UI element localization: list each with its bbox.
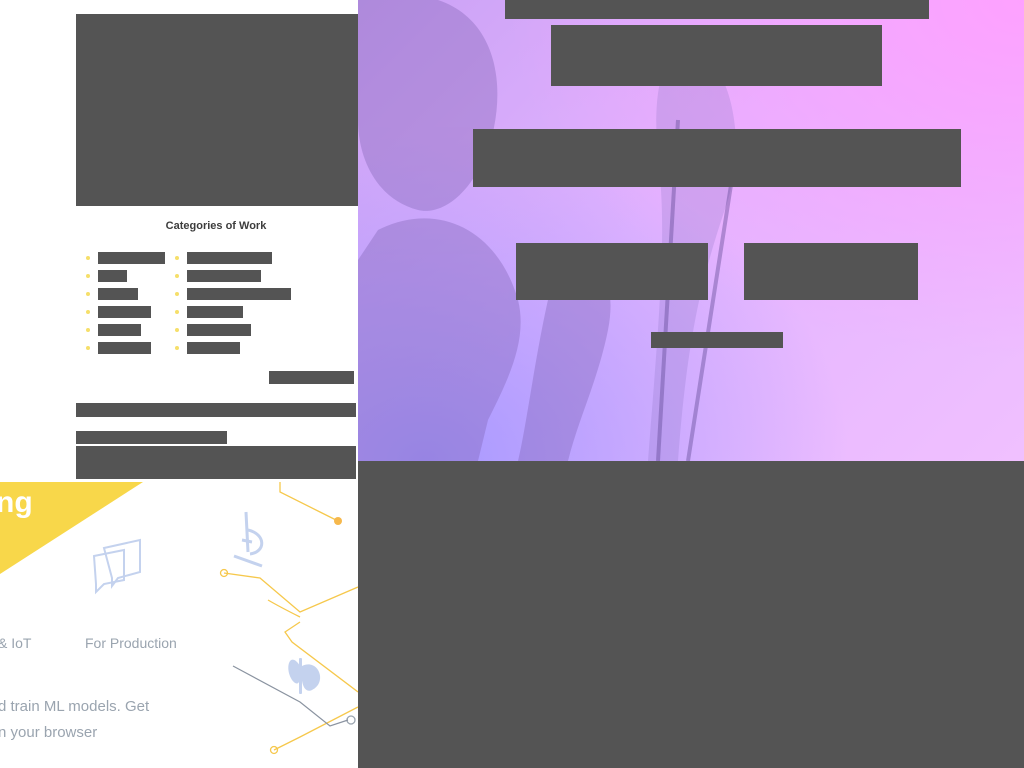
list-bullet [175,274,179,278]
promo-body-line: d train ML models. Get [0,698,150,715]
category-link[interactable] [98,252,165,264]
list-bullet [86,256,90,260]
circuit-node [334,517,342,525]
list-bullet [175,346,179,350]
ad-banner[interactable] [76,446,356,479]
category-link[interactable] [98,324,141,336]
hero-title [551,25,882,86]
category-link[interactable] [187,342,240,354]
category-link[interactable] [187,252,272,264]
hero-primary-button[interactable] [516,243,708,300]
category-link[interactable] [98,306,151,318]
categories-title: Categories of Work [165,220,267,232]
microscope-icon [233,511,264,568]
category-link[interactable] [98,288,138,300]
category-link[interactable] [98,342,151,354]
list-bullet [175,328,179,332]
section-heading [76,431,227,444]
list-bullet [86,292,90,296]
hero-section [358,0,1024,461]
category-link[interactable] [187,306,243,318]
list-bullet [175,256,179,260]
chat-bubbles-icon [92,538,141,595]
category-link[interactable] [187,288,291,300]
see-all-link[interactable] [269,371,354,384]
hero-secondary-button[interactable] [744,243,918,300]
promo-body-line: n your browser [0,724,98,741]
list-bullet [86,274,90,278]
promo-banner-text: ng [0,486,33,519]
list-bullet [86,346,90,350]
category-link[interactable] [98,270,127,282]
featured-image[interactable] [76,14,358,206]
hero-subtitle [473,129,961,187]
hero-eyebrow [505,0,929,19]
main-content-panel [358,461,1024,768]
circuit-node [346,715,356,725]
category-link[interactable] [187,270,261,282]
promo-column-label: For Production [85,635,177,651]
list-bullet [86,310,90,314]
category-link[interactable] [187,324,251,336]
list-bullet [175,292,179,296]
promo-column-label: & IoT [0,635,32,651]
list-bullet [175,310,179,314]
list-bullet [86,328,90,332]
hero-caption-link[interactable] [651,332,783,348]
section-divider [76,403,356,417]
butterfly-icon [288,658,321,694]
